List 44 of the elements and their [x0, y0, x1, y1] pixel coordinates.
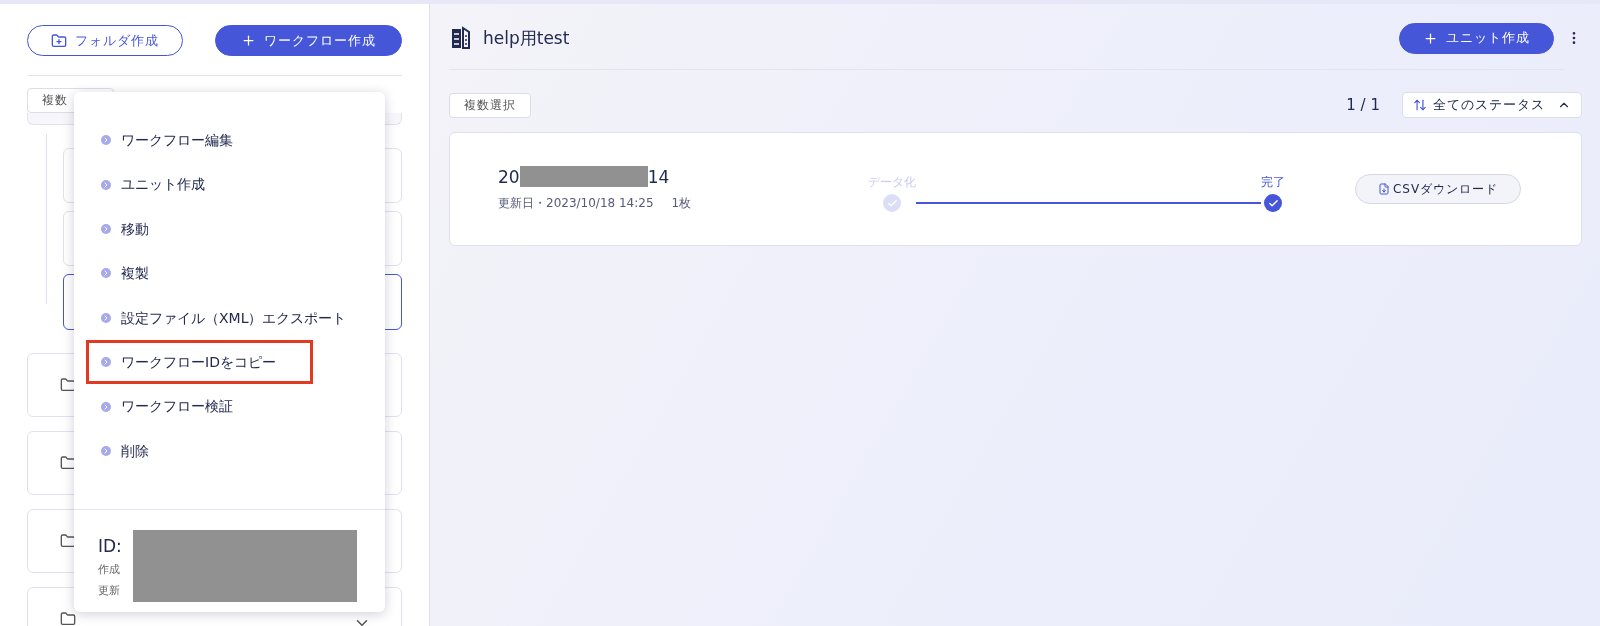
folder-plus-icon — [51, 32, 67, 49]
id-label: ID: — [98, 536, 123, 556]
create-workflow-button[interactable]: ワークフロー作成 — [215, 25, 402, 56]
workflow-title: help用test — [483, 26, 571, 50]
menu-item[interactable]: 削除 — [86, 428, 375, 474]
updated-label: 更新 — [98, 583, 121, 598]
status-filter-dropdown[interactable]: 全てのステータス — [1402, 92, 1582, 118]
unit-name-end: 14 — [647, 166, 670, 187]
created-label: 作成 — [98, 562, 121, 577]
chevron-right-icon — [101, 401, 111, 412]
page-total: 1枚 — [671, 195, 692, 212]
menu-item[interactable]: ワークフロー検証 — [86, 384, 375, 429]
menu-item[interactable]: ワークフロー編集 — [86, 118, 375, 163]
folder-icon — [60, 611, 76, 626]
chevron-right-icon — [101, 357, 111, 368]
chevron-right-icon — [101, 135, 111, 146]
sort-icon — [1413, 98, 1427, 112]
folder-icon — [60, 533, 76, 549]
plus-icon — [1423, 30, 1438, 46]
chevron-right-icon — [101, 179, 111, 190]
folder-icon — [60, 377, 76, 393]
page-count: 1 / 1 — [1346, 96, 1380, 114]
menu-item[interactable]: ワークフローIDをコピー — [86, 339, 313, 385]
create-folder-button[interactable]: フォルダ作成 — [27, 25, 183, 56]
menu-item[interactable]: ユニット作成 — [86, 162, 375, 207]
plus-icon — [241, 33, 256, 48]
check-icon — [883, 194, 901, 212]
menu-item[interactable]: 移動 — [86, 206, 375, 252]
multi-select-button[interactable]: 複数選択 — [449, 92, 531, 118]
chevron-right-icon — [101, 223, 111, 234]
create-unit-button[interactable]: ユニット作成 — [1399, 22, 1554, 54]
chevron-right-icon — [101, 268, 111, 279]
chevron-right-icon — [101, 445, 111, 456]
menu-item[interactable]: 複製 — [86, 251, 375, 296]
check-icon — [1264, 194, 1282, 212]
menu-item[interactable]: 設定ファイル（XML）エクスポート — [86, 295, 375, 340]
file-download-icon — [1377, 183, 1390, 195]
csv-download-button[interactable]: CSVダウンロード — [1355, 174, 1521, 204]
folder-icon — [60, 455, 76, 471]
unit-name-start: 20 — [498, 166, 520, 187]
updated-date: 更新日・2023/10/18 14:25 — [498, 195, 654, 212]
document-icon — [451, 26, 471, 50]
chevron-right-icon — [101, 312, 111, 323]
step-label: 完了 — [1261, 174, 1285, 191]
